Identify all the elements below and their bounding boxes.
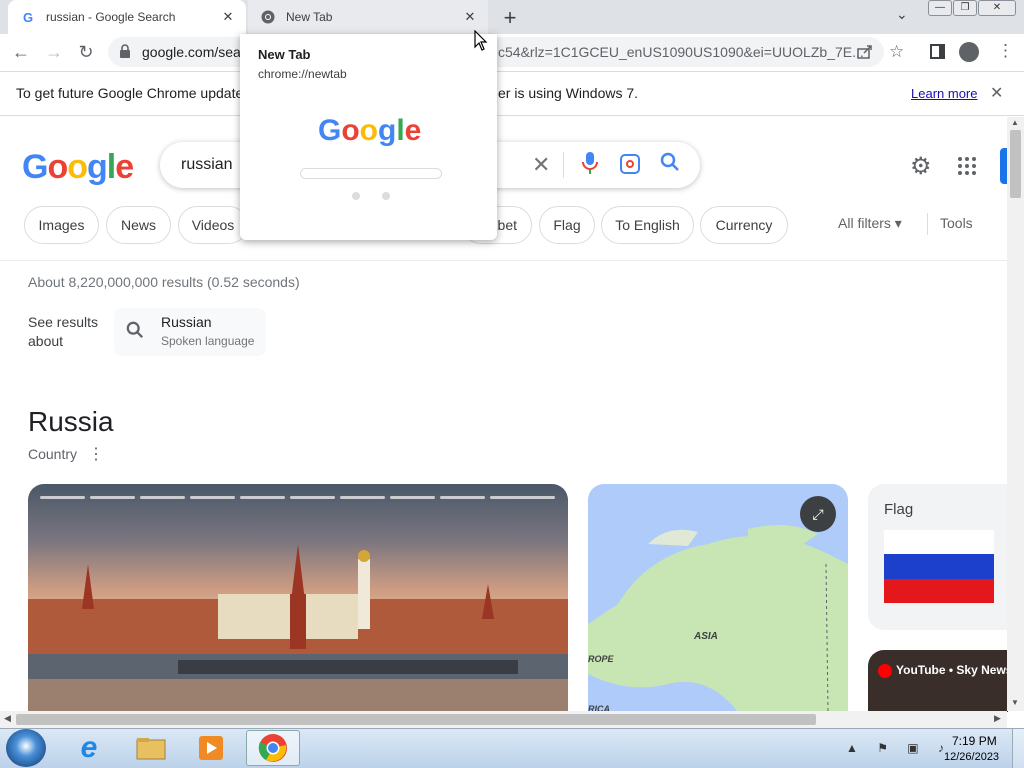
preview-doodle-logo: Google xyxy=(318,114,422,147)
preview-shortcut-icon xyxy=(352,192,360,200)
tab-title: russian - Google Search xyxy=(46,10,176,24)
taskbar-clock-date[interactable]: 12/26/2023 xyxy=(944,751,999,763)
new-tab-button[interactable]: + xyxy=(498,5,522,31)
learn-more-link[interactable]: Learn more xyxy=(911,86,977,101)
lock-icon[interactable] xyxy=(119,44,131,63)
forward-button[interactable]: → xyxy=(43,42,65,63)
result-stats: About 8,220,000,000 results (0.52 second… xyxy=(28,274,300,290)
tab-close-icon[interactable]: ✕ xyxy=(220,9,236,25)
tab-new-tab[interactable]: New Tab ✕ xyxy=(248,0,488,34)
voice-search-icon[interactable] xyxy=(582,152,598,179)
tab-search-icon[interactable]: ⌄ xyxy=(896,6,908,23)
minimize-button[interactable]: — xyxy=(928,0,952,16)
profile-avatar[interactable] xyxy=(959,42,979,62)
bookmark-star-icon[interactable]: ☆ xyxy=(889,42,904,62)
settings-gear-icon[interactable]: ⚙ xyxy=(910,152,932,181)
expand-map-icon[interactable]: ⤢ xyxy=(800,496,836,532)
search-divider xyxy=(563,152,564,178)
google-g-icon: G xyxy=(22,9,34,25)
preview-title: New Tab xyxy=(258,47,311,62)
chrome-icon xyxy=(260,9,276,25)
url-text: google.com/sea xyxy=(142,44,241,60)
knowledge-panel-subtitle: Country xyxy=(28,446,78,462)
restore-button[interactable]: ❐ xyxy=(953,0,977,16)
all-filters-button[interactable]: All filters ▾ xyxy=(838,215,902,232)
file-explorer-icon[interactable] xyxy=(124,730,178,766)
infobar-text-end: er is using Windows 7. xyxy=(498,85,639,101)
reload-button[interactable]: ↻ xyxy=(75,42,97,63)
search-icon xyxy=(126,321,144,344)
scroll-left-arrow-icon[interactable]: ◀ xyxy=(4,713,11,724)
internet-explorer-icon[interactable]: e xyxy=(62,730,116,766)
media-player-icon[interactable] xyxy=(184,730,238,766)
vertical-scroll-thumb[interactable] xyxy=(1010,130,1021,198)
preview-search-bar xyxy=(300,168,442,179)
scroll-down-arrow-icon[interactable]: ▼ xyxy=(1011,698,1019,707)
infobar-text: To get future Google Chrome updates, xyxy=(16,85,255,101)
scroll-right-arrow-icon[interactable]: ▶ xyxy=(994,713,1001,724)
filters-divider xyxy=(927,213,928,235)
header-divider xyxy=(0,260,1007,261)
youtube-video-card[interactable] xyxy=(868,650,1008,712)
mouse-cursor-icon xyxy=(474,29,488,57)
back-button[interactable]: ← xyxy=(10,42,32,63)
preview-shortcut-icon xyxy=(382,192,390,200)
about-entity-name[interactable]: Russian xyxy=(161,314,212,330)
system-tray-icons[interactable]: ▲ ⚑ ▣ ♪ xyxy=(846,741,952,755)
tab-title: New Tab xyxy=(286,10,333,24)
tab-russian-google-search[interactable]: G russian - Google Search ✕ xyxy=(8,0,246,34)
tab-close-icon[interactable]: ✕ xyxy=(462,9,478,25)
google-doodle-logo[interactable]: Google xyxy=(22,148,134,187)
taskbar-clock-time[interactable]: 7:19 PM xyxy=(952,734,997,748)
horizontal-scroll-thumb[interactable] xyxy=(16,714,816,725)
chip-news[interactable]: News xyxy=(106,206,171,244)
russian-flag-image[interactable] xyxy=(884,530,994,603)
share-icon[interactable] xyxy=(857,44,873,65)
clear-search-icon[interactable]: ✕ xyxy=(532,152,550,178)
about-entity-type: Spoken language xyxy=(161,334,255,348)
chip-videos[interactable]: Videos xyxy=(178,206,248,244)
start-button[interactable] xyxy=(6,729,46,767)
search-icon[interactable] xyxy=(660,152,680,178)
youtube-icon xyxy=(878,663,892,678)
scroll-up-arrow-icon[interactable]: ▲ xyxy=(1011,118,1019,127)
show-desktop-button[interactable] xyxy=(1012,729,1024,768)
close-window-button[interactable]: ✕ xyxy=(978,0,1016,16)
knowledge-panel-title: Russia xyxy=(28,406,114,437)
infobar-close-icon[interactable]: ✕ xyxy=(990,83,1003,103)
youtube-label-text: YouTube • Sky News xyxy=(896,663,1013,677)
map-label-europe: ROPE xyxy=(588,654,614,664)
flag-card-label: Flag xyxy=(884,501,914,518)
vertical-scrollbar[interactable] xyxy=(1007,117,1024,711)
map-label-asia: ASIA xyxy=(694,631,718,642)
see-results-about-label: See results about xyxy=(28,314,99,349)
chip-to-english[interactable]: To English xyxy=(601,206,694,244)
chip-currency[interactable]: Currency xyxy=(700,206,788,244)
side-panel-icon[interactable] xyxy=(930,44,945,59)
search-input[interactable]: russian xyxy=(181,156,233,174)
chip-images[interactable]: Images xyxy=(24,206,99,244)
tools-button[interactable]: Tools xyxy=(940,215,973,231)
url-text-end: c54&rlz=1C1GCEU_enUS1090US1090&ei=UUOLZb… xyxy=(498,44,864,60)
lens-dot-icon xyxy=(626,160,634,168)
kremlin-photo[interactable] xyxy=(28,484,568,712)
preview-url: chrome://newtab xyxy=(258,67,347,81)
more-options-icon[interactable]: ⋮ xyxy=(88,444,104,464)
google-apps-icon[interactable] xyxy=(958,157,976,175)
chrome-taskbar-icon[interactable] xyxy=(246,730,300,766)
chip-flag[interactable]: Flag xyxy=(539,206,595,244)
youtube-source-label: YouTube • Sky News xyxy=(878,663,1012,678)
chrome-menu-icon[interactable]: ⋮ xyxy=(997,41,1014,61)
